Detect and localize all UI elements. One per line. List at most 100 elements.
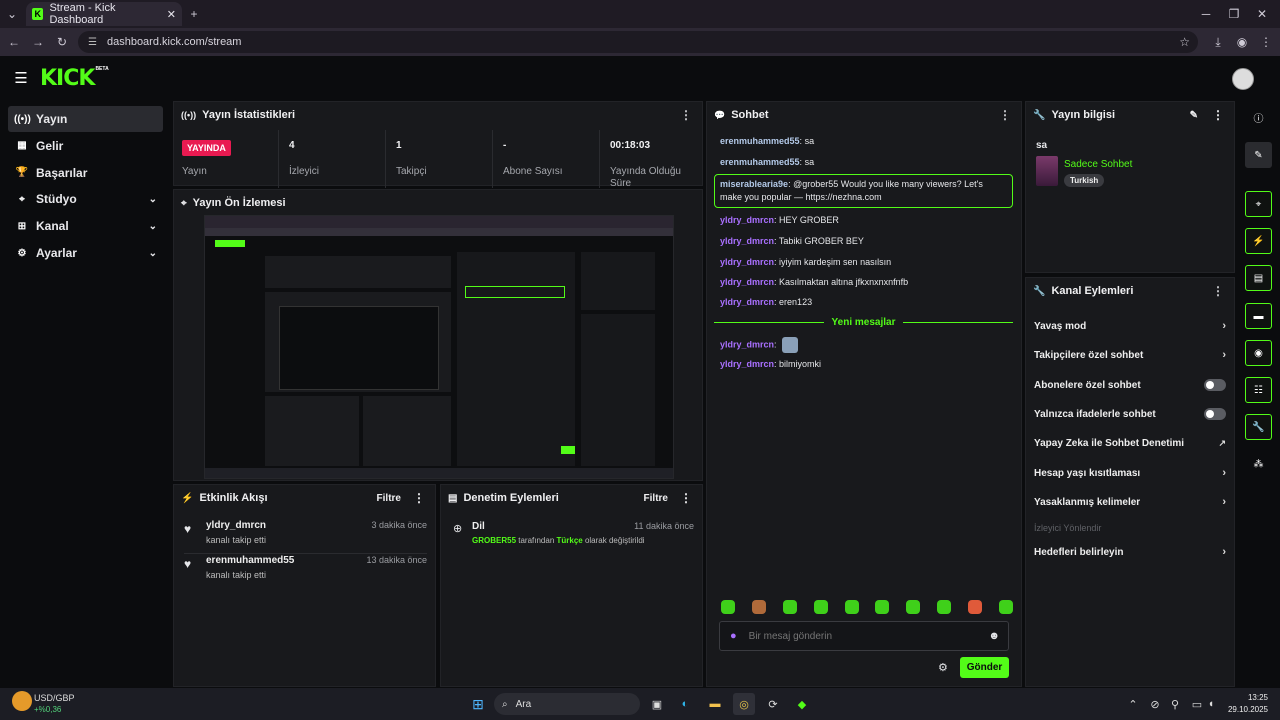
chat-username[interactable]: yldry_dmrcn: [720, 215, 774, 225]
channel-action-item[interactable]: Yapay Zeka ile Sohbet Denetimi ↗: [1034, 431, 1226, 455]
channel-action-item[interactable]: Hedefleri belirleyin ›: [1034, 540, 1226, 564]
channel-action-item[interactable]: Yavaş mod ›: [1034, 314, 1226, 338]
chat-username[interactable]: erenmuhammed55: [720, 157, 800, 167]
rail-layout-icon[interactable]: ☷: [1245, 377, 1272, 403]
emote-icon[interactable]: [721, 600, 735, 614]
site-info-icon[interactable]: ☰: [88, 37, 97, 48]
toggle-switch[interactable]: [1204, 408, 1226, 420]
emote-icon[interactable]: [813, 600, 828, 614]
chat-username[interactable]: erenmuhammed55: [720, 136, 800, 146]
windows-start-icon[interactable]: ⊞: [467, 693, 489, 715]
chat-settings-icon[interactable]: ⚙: [938, 661, 948, 674]
moderation-more-icon[interactable]: ⋮: [680, 491, 692, 505]
kick-logo[interactable]: KICK BETA: [40, 66, 109, 91]
moderation-filter-button[interactable]: Filtre: [644, 493, 668, 504]
file-explorer-icon[interactable]: ▬: [704, 693, 726, 715]
sidebar-item-5[interactable]: ⚙ Ayarlar ⌄: [8, 240, 163, 266]
emote-icon[interactable]: [906, 600, 921, 614]
maximize-icon[interactable]: ❐: [1224, 6, 1244, 22]
channel-action-item[interactable]: Takipçilere özel sohbet ›: [1034, 343, 1226, 367]
clock-time[interactable]: 13:25: [1222, 693, 1268, 702]
tab-list-icon[interactable]: ⌄: [4, 6, 20, 22]
trophy-icon: 🏆: [15, 167, 29, 179]
clock-date[interactable]: 29.10.2025: [1212, 705, 1268, 714]
close-window-icon[interactable]: ✕: [1252, 6, 1272, 22]
url-field[interactable]: ☰ dashboard.kick.com/stream ☆: [78, 31, 1198, 53]
channel-action-item[interactable]: Yasaklanmış kelimeler ›: [1034, 490, 1226, 514]
sidebar-item-0[interactable]: ((•)) Yayın: [8, 106, 163, 132]
emote-icon[interactable]: [875, 600, 890, 614]
tray-chevron-icon[interactable]: ⌃: [1122, 693, 1144, 715]
reload-icon[interactable]: ↻: [54, 34, 70, 50]
chat-username[interactable]: yldry_dmrcn: [720, 297, 774, 307]
ticker-label[interactable]: USD/GBP: [34, 693, 75, 703]
chat-username[interactable]: yldry_dmrcn: [720, 359, 774, 369]
edit-pencil-icon[interactable]: ✎: [1190, 110, 1198, 121]
rail-chat-icon[interactable]: ▬: [1245, 303, 1272, 329]
forward-icon[interactable]: →: [30, 34, 46, 50]
rail-info-icon[interactable]: ⓘ: [1245, 104, 1272, 130]
rail-shapes-icon[interactable]: ⁂: [1245, 451, 1272, 477]
sidebar-item-2[interactable]: 🏆 Başarılar: [8, 160, 163, 186]
emote-icon[interactable]: [782, 600, 797, 614]
new-tab-icon[interactable]: +: [186, 6, 202, 22]
back-icon[interactable]: ←: [6, 34, 22, 50]
sidebar-item-1[interactable]: ▦ Gelir: [8, 133, 163, 159]
emoji-icon[interactable]: ☻: [988, 630, 1000, 642]
category-thumbnail[interactable]: [1036, 156, 1058, 186]
hamburger-menu-icon[interactable]: ☰: [12, 70, 30, 87]
chat-input[interactable]: [748, 630, 969, 642]
sidebar-item-4[interactable]: ⊞ Kanal ⌄: [8, 213, 163, 239]
chat-more-icon[interactable]: ⋮: [999, 108, 1011, 122]
rail-broadcast-icon[interactable]: ◉: [1245, 340, 1272, 366]
rail-edit-icon[interactable]: ✎: [1245, 142, 1272, 168]
tray-mic-icon[interactable]: ⚲: [1164, 693, 1186, 715]
stream-info-more-icon[interactable]: ⋮: [1212, 108, 1224, 122]
emote-icon[interactable]: [998, 600, 1013, 614]
sidebar-item-3[interactable]: ⌖ Stüdyo ⌄: [8, 186, 163, 212]
minimize-icon[interactable]: ─: [1196, 6, 1216, 22]
toggle-switch[interactable]: [1204, 379, 1226, 391]
browser-menu-icon[interactable]: ⋮: [1258, 34, 1274, 50]
stats-more-icon[interactable]: ⋮: [680, 108, 692, 122]
rail-preview-icon[interactable]: ⌖: [1245, 191, 1272, 217]
emote-icon[interactable]: [968, 600, 982, 614]
activity-filter-button[interactable]: Filtre: [377, 493, 401, 504]
sidebar-item-label: Ayarlar: [36, 246, 77, 260]
edge-icon[interactable]: ◐: [674, 693, 696, 715]
browser-tab[interactable]: K Stream - Kick Dashboard ✕: [26, 2, 182, 26]
tray-network-off-icon[interactable]: ⊘: [1144, 693, 1166, 715]
bookmark-star-icon[interactable]: ☆: [1179, 35, 1190, 49]
microphone-icon[interactable]: ●: [730, 630, 737, 642]
rail-moderation-icon[interactable]: ▤: [1245, 265, 1272, 291]
channel-action-item[interactable]: Hesap yaşı kısıtlaması ›: [1034, 461, 1226, 485]
chat-input-box[interactable]: ● ☻: [719, 621, 1009, 651]
emote-icon[interactable]: [844, 600, 859, 614]
rail-activity-icon[interactable]: ⚡: [1245, 228, 1272, 254]
chat-username[interactable]: yldry_dmrcn: [720, 339, 774, 349]
category-name[interactable]: Sadece Sohbet: [1064, 159, 1132, 170]
taskbar-search[interactable]: ⌕ Ara: [494, 693, 640, 715]
chrome-icon[interactable]: ◎: [733, 693, 755, 715]
chat-text: sa: [804, 157, 815, 167]
chat-username[interactable]: miserablearia9e: [720, 179, 788, 189]
send-button[interactable]: Gönder: [960, 657, 1009, 678]
download-icon[interactable]: ⤓: [1210, 34, 1226, 50]
rail-wrench-icon[interactable]: 🔧: [1245, 414, 1272, 440]
channel-action-item[interactable]: Abonelere özel sohbet: [1034, 373, 1226, 397]
user-avatar[interactable]: [1232, 68, 1254, 90]
task-view-icon[interactable]: ▣: [646, 693, 668, 715]
close-tab-icon[interactable]: ✕: [167, 8, 176, 21]
chat-username[interactable]: yldry_dmrcn: [720, 277, 774, 287]
preview-video[interactable]: [204, 215, 674, 479]
emote-icon[interactable]: [937, 600, 952, 614]
emote-icon[interactable]: [751, 600, 766, 614]
channel-actions-more-icon[interactable]: ⋮: [1212, 284, 1224, 298]
app-icon[interactable]: ⟳: [762, 693, 784, 715]
channel-action-item[interactable]: Yalnızca ifadelerle sohbet: [1034, 402, 1226, 426]
activity-more-icon[interactable]: ⋮: [413, 491, 425, 505]
chat-username[interactable]: yldry_dmrcn: [720, 257, 774, 267]
profile-icon[interactable]: ◉: [1234, 34, 1250, 50]
chat-username[interactable]: yldry_dmrcn: [720, 236, 774, 246]
kick-app-icon[interactable]: ◆: [791, 693, 813, 715]
